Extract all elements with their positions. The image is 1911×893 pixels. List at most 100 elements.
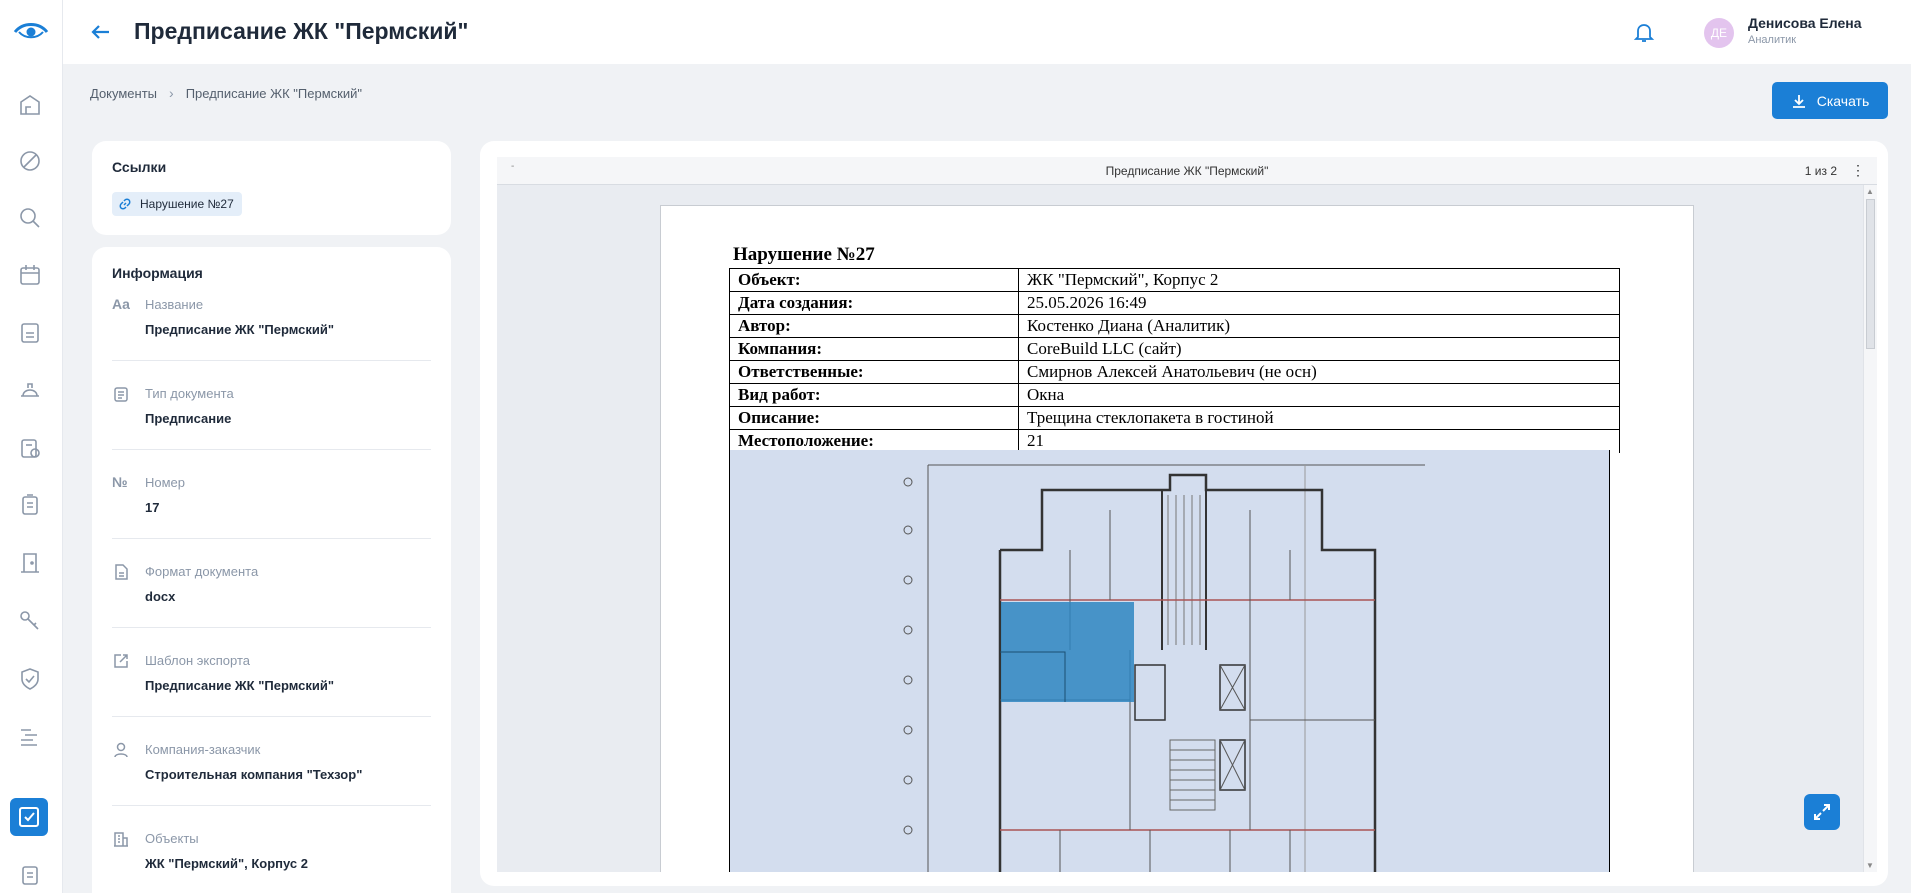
- chevron-right-icon: ›: [169, 85, 174, 101]
- table-row: Объект: ЖК "Пермский", Корпус 2: [729, 268, 1620, 292]
- info-label: Формат документа: [145, 564, 259, 579]
- download-icon: [1792, 94, 1805, 108]
- gantt-icon[interactable]: [17, 724, 43, 750]
- row-value: Смирнов Алексей Анатольевич (не осн): [1018, 360, 1620, 384]
- info-value: ЖК "Пермский", Корпус 2: [145, 856, 309, 871]
- info-label: Объекты: [145, 831, 199, 846]
- file-icon: [112, 563, 130, 581]
- download-button[interactable]: Скачать: [1772, 82, 1888, 119]
- user-avatar[interactable]: ДЕ: [1704, 18, 1734, 48]
- info-label: Название: [145, 297, 204, 312]
- eye-logo-icon[interactable]: [13, 20, 49, 44]
- info-item-number: № Номер 17: [112, 471, 431, 560]
- info-label: Номер: [145, 475, 186, 490]
- viewer-toolbar: - Предписание ЖК "Пермский" 1 из 2 ⋮: [497, 157, 1877, 185]
- documents-nav-active-icon[interactable]: [10, 798, 48, 836]
- construction-helmet-icon[interactable]: [17, 377, 43, 403]
- page-counter: 1 из 2: [1804, 164, 1837, 178]
- info-value: Предписание ЖК "Пермский": [145, 322, 335, 337]
- user-name[interactable]: Денисова Елена: [1748, 15, 1862, 31]
- info-item-format: Формат документа docx: [112, 560, 431, 649]
- info-value: Строительная компания "Техзор": [145, 767, 363, 782]
- row-value: Костенко Диана (Аналитик): [1018, 314, 1620, 338]
- info-value: 17: [145, 500, 160, 515]
- divider: [112, 538, 431, 539]
- info-value: docx: [145, 589, 176, 604]
- back-arrow-icon[interactable]: [87, 18, 115, 46]
- info-label: Шаблон экспорта: [145, 653, 250, 668]
- info-card-title: Информация: [112, 265, 203, 281]
- row-key: Автор:: [729, 314, 1019, 338]
- row-key: Вид работ:: [729, 383, 1019, 407]
- document-icon[interactable]: [17, 320, 43, 346]
- link-chip-label: Нарушение №27: [140, 197, 234, 211]
- table-row: Дата создания: 25.05.2026 16:49: [729, 291, 1620, 315]
- divider: [112, 627, 431, 628]
- links-card: Ссылки Нарушение №27: [92, 141, 451, 235]
- fullscreen-expand-icon[interactable]: [1804, 794, 1840, 830]
- info-label: Тип документа: [145, 386, 234, 401]
- floor-plan-image: [729, 450, 1610, 872]
- more-vertical-icon[interactable]: ⋮: [1851, 162, 1865, 179]
- table-row: Описание: Трещина стеклопакета в гостиной: [729, 406, 1620, 430]
- table-row: Автор: Костенко Диана (Аналитик): [729, 314, 1620, 338]
- breadcrumb-current: Предписание ЖК "Пермский": [185, 85, 362, 101]
- information-card: Информация Aa Название Предписание ЖК "П…: [92, 247, 451, 893]
- info-item-template: Шаблон экспорта Предписание ЖК "Пермский…: [112, 649, 431, 738]
- row-key: Объект:: [729, 268, 1019, 292]
- divider: [112, 449, 431, 450]
- table-row: Ответственные: Смирнов Алексей Анатольеви…: [729, 360, 1620, 384]
- key-icon[interactable]: [17, 608, 43, 634]
- info-value: Предписание: [145, 411, 232, 426]
- info-item-customer: Компания-заказчик Строительная компания …: [112, 738, 431, 827]
- info-label: Компания-заказчик: [145, 742, 261, 757]
- row-value: Окна: [1018, 383, 1620, 407]
- violation-link-chip[interactable]: Нарушение №27: [112, 192, 242, 216]
- row-key: Дата создания:: [729, 291, 1019, 315]
- row-value: Трещина стеклопакета в гостиной: [1018, 406, 1620, 430]
- document-heading: Нарушение №27: [733, 244, 875, 265]
- checklist-icon[interactable]: [17, 435, 43, 461]
- calendar-icon[interactable]: [17, 262, 43, 288]
- divider: [112, 360, 431, 361]
- top-header: Предписание ЖК "Пермский" ДЕ Денисова Ел…: [63, 0, 1911, 64]
- search-icon[interactable]: [17, 205, 43, 231]
- scroll-up-icon[interactable]: ▲: [1866, 187, 1874, 196]
- scrollbar-thumb[interactable]: [1866, 199, 1875, 349]
- clipboard-icon: [112, 385, 130, 403]
- reports-icon[interactable]: [17, 862, 43, 888]
- divider: [112, 805, 431, 806]
- table-row: Вид работ: Окна: [729, 383, 1620, 407]
- link-icon: [119, 198, 131, 210]
- row-value: 25.05.2026 16:49: [1018, 291, 1620, 315]
- shield-icon[interactable]: [17, 666, 43, 692]
- notification-bell-icon[interactable]: [1632, 20, 1656, 44]
- breadcrumb: Документы › Предписание ЖК "Пермский": [90, 85, 362, 101]
- info-item-name: Aa Название Предписание ЖК "Пермский": [112, 293, 431, 382]
- number-sign-icon: №: [112, 474, 128, 490]
- table-row: Компания: CoreBuild LLC (сайт): [729, 337, 1620, 361]
- violations-icon[interactable]: [17, 148, 43, 174]
- row-key: Компания:: [729, 337, 1019, 361]
- info-value: Предписание ЖК "Пермский": [145, 678, 335, 693]
- breadcrumb-root[interactable]: Документы: [90, 86, 157, 101]
- row-value: CoreBuild LLC (сайт): [1018, 337, 1620, 361]
- viewer-title: Предписание ЖК "Пермский": [1105, 164, 1269, 178]
- row-key: Описание:: [729, 406, 1019, 430]
- scroll-down-icon[interactable]: ▼: [1866, 861, 1874, 870]
- divider: [112, 716, 431, 717]
- download-label: Скачать: [1816, 92, 1870, 109]
- sidebar: [0, 0, 63, 893]
- user-role: Аналитик: [1748, 34, 1797, 46]
- row-key: Ответственные:: [729, 360, 1019, 384]
- page-title: Предписание ЖК "Пермский": [134, 18, 469, 44]
- door-icon[interactable]: [17, 550, 43, 576]
- info-item-doc-type: Тип документа Предписание: [112, 382, 431, 471]
- tasks-icon[interactable]: [17, 492, 43, 518]
- links-card-title: Ссылки: [112, 159, 167, 175]
- document-viewer[interactable]: - Предписание ЖК "Пермский" 1 из 2 ⋮ Нар…: [497, 157, 1877, 872]
- violation-table: Объект: ЖК "Пермский", Корпус 2 Дата созд…: [729, 268, 1620, 453]
- vertical-scrollbar[interactable]: ▲ ▼: [1863, 185, 1877, 872]
- building-icon: [112, 830, 130, 848]
- dashboard-icon[interactable]: [17, 92, 43, 118]
